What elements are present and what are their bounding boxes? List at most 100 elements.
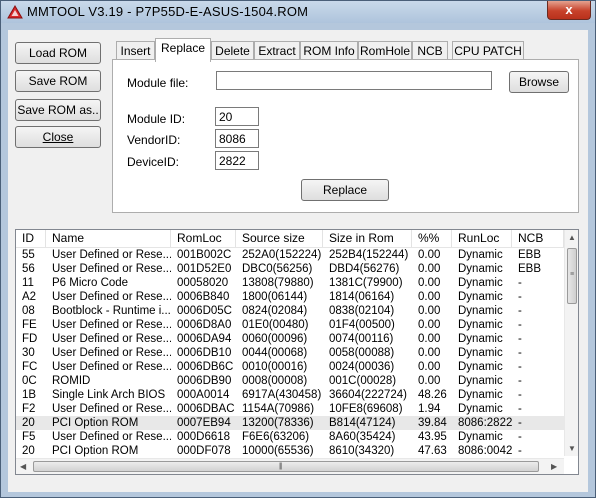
cell-source-size: F6E6(63206) [242, 431, 310, 443]
cell-ncb: - [518, 291, 522, 303]
scroll-right-icon[interactable]: ▶ [551, 462, 557, 472]
table-row[interactable]: F5 User Defined or Rese... 000D6618 F6E6(63… [16, 430, 564, 444]
cell-id: FD [22, 333, 38, 345]
col-size-in-rom[interactable]: Size in Rom [323, 230, 412, 247]
cell-runloc: Dynamic [458, 319, 503, 331]
vendor-id-field[interactable] [215, 129, 259, 148]
tab-rom-info[interactable]: ROM Info [300, 41, 358, 61]
vertical-scrollbar[interactable]: ▲ ≡ ▼ [564, 230, 578, 456]
window-title: MMTOOL V3.19 - P7P55D-E-ASUS-1504.ROM [27, 4, 309, 19]
cell-source-size: 13808(79880) [242, 277, 314, 289]
col-id[interactable]: ID [16, 230, 46, 247]
cell-percent: 0.00 [418, 319, 441, 331]
load-rom-button[interactable]: Load ROM [15, 42, 101, 64]
app-window: MMTOOL V3.19 - P7P55D-E-ASUS-1504.ROM x … [0, 0, 596, 498]
horizontal-scroll-thumb[interactable]: ||| [33, 461, 539, 472]
tab-romhole[interactable]: RomHole [358, 41, 412, 61]
cell-id: A2 [22, 291, 37, 303]
table-row[interactable]: 55 User Defined or Rese... 001B002C 252A0(1… [16, 248, 564, 262]
cell-size-in-rom: 1814(06164) [329, 291, 395, 303]
cell-source-size: 0060(00096) [242, 333, 308, 345]
cell-runloc: Dynamic [458, 305, 503, 317]
cell-romloc: 0006B840 [177, 291, 230, 303]
cell-source-size: 01E0(00480) [242, 319, 309, 331]
cell-ncb: - [518, 361, 522, 373]
cell-romloc: 000A0014 [177, 389, 230, 401]
table-row[interactable]: 0C ROMID 0006DB90 0008(00008) 001C(00028) 0.0… [16, 374, 564, 388]
cell-name: User Defined or Rese... [52, 249, 171, 261]
device-id-label: DeviceID: [127, 155, 180, 169]
scroll-down-icon[interactable]: ▼ [568, 444, 576, 454]
cell-id: F2 [22, 403, 36, 415]
replace-button[interactable]: Replace [301, 179, 389, 201]
cell-percent: 0.00 [418, 375, 441, 387]
browse-button[interactable]: Browse [509, 71, 569, 93]
device-id-field[interactable] [215, 151, 259, 170]
cell-percent: 0.00 [418, 333, 441, 345]
vendor-id-label: VendorID: [127, 133, 181, 147]
cell-source-size: 13200(78336) [242, 417, 314, 429]
table-row[interactable]: 20 PCI Option ROM 000DF078 10000(65536) 8610… [16, 444, 564, 458]
tab-delete[interactable]: Delete [211, 41, 254, 61]
cell-romloc: 000DF078 [177, 445, 231, 457]
cell-source-size: 0824(02084) [242, 305, 308, 317]
table-row[interactable]: FC User Defined or Rese... 0006DB6C 0010(00… [16, 360, 564, 374]
vertical-scroll-thumb[interactable]: ≡ [567, 248, 577, 304]
cell-romloc: 001D52E0 [177, 263, 232, 275]
table-row[interactable]: A2 User Defined or Rese... 0006B840 1800(06… [16, 290, 564, 304]
replace-panel: Module file: Browse Module ID: VendorID:… [112, 59, 579, 213]
col-name[interactable]: Name [46, 230, 171, 247]
save-rom-button[interactable]: Save ROM [15, 70, 101, 92]
col-percent[interactable]: %% [412, 230, 452, 247]
title-bar[interactable]: MMTOOL V3.19 - P7P55D-E-ASUS-1504.ROM x [1, 1, 595, 23]
module-id-field[interactable] [215, 107, 259, 126]
close-button[interactable]: Close [15, 126, 101, 148]
cell-romloc: 0006D05C [177, 305, 232, 317]
table-row[interactable]: 1B Single Link Arch BIOS 000A0014 6917A(430… [16, 388, 564, 402]
table-row[interactable]: 30 User Defined or Rese... 0006DB10 0044(00… [16, 346, 564, 360]
cell-ncb: - [518, 431, 522, 443]
tab-replace[interactable]: Replace [155, 38, 211, 62]
cell-id: 20 [22, 417, 35, 429]
cell-runloc: Dynamic [458, 375, 503, 387]
cell-source-size: 0044(00068) [242, 347, 308, 359]
cell-percent: 1.94 [418, 403, 441, 415]
tab-insert[interactable]: Insert [116, 41, 155, 61]
table-row[interactable]: 56 User Defined or Rese... 001D52E0 DBC0(56… [16, 262, 564, 276]
table-row[interactable]: 08 Bootblock - Runtime i... 0006D05C 0824(0… [16, 304, 564, 318]
col-source-size[interactable]: Source size [236, 230, 323, 247]
col-romloc[interactable]: RomLoc [171, 230, 236, 247]
table-row[interactable]: 20 PCI Option ROM 0007EB94 13200(78336) B814… [16, 416, 564, 430]
cell-romloc: 0006DB10 [177, 347, 232, 359]
cell-name: User Defined or Rese... [52, 347, 171, 359]
tab-extract[interactable]: Extract [254, 41, 300, 61]
cell-id: FE [22, 319, 37, 331]
horizontal-scrollbar[interactable]: ◀ ||| ▶ [16, 458, 564, 474]
table-row[interactable]: FE User Defined or Rese... 0006D8A0 01E0(00… [16, 318, 564, 332]
cell-name: User Defined or Rese... [52, 319, 171, 331]
tab-cpu-patch[interactable]: CPU PATCH [452, 41, 524, 61]
cell-runloc: 8086:2822 [458, 417, 512, 429]
table-row[interactable]: F2 User Defined or Rese... 0006DBAC 1154A(7… [16, 402, 564, 416]
cell-size-in-rom: 0074(00116) [329, 333, 394, 345]
cell-runloc: Dynamic [458, 403, 503, 415]
cell-source-size: DBC0(56256) [242, 263, 313, 275]
scroll-left-icon[interactable]: ◀ [20, 462, 26, 472]
cell-runloc: Dynamic [458, 333, 503, 345]
col-ncb[interactable]: NCB [512, 230, 564, 247]
scroll-up-icon[interactable]: ▲ [568, 233, 576, 243]
col-runloc[interactable]: RunLoc [452, 230, 512, 247]
module-file-input[interactable] [216, 71, 492, 90]
save-rom-as-button[interactable]: Save ROM as.. [15, 99, 101, 121]
table-row[interactable]: 11 P6 Micro Code 00058020 13808(79880) 1381C… [16, 276, 564, 290]
module-table[interactable]: ID Name RomLoc Source size Size in Rom %… [15, 229, 579, 475]
cell-size-in-rom: B814(47124) [329, 417, 396, 429]
window-close-button[interactable]: x [547, 1, 591, 20]
cell-name: User Defined or Rese... [52, 403, 171, 415]
cell-name: User Defined or Rese... [52, 431, 171, 443]
cell-percent: 0.00 [418, 277, 441, 289]
table-row[interactable]: FD User Defined or Rese... 0006DA94 0060(00… [16, 332, 564, 346]
tab-ncb[interactable]: NCB [412, 41, 448, 61]
cell-name: PCI Option ROM [52, 417, 139, 429]
cell-ncb: EBB [518, 249, 542, 261]
